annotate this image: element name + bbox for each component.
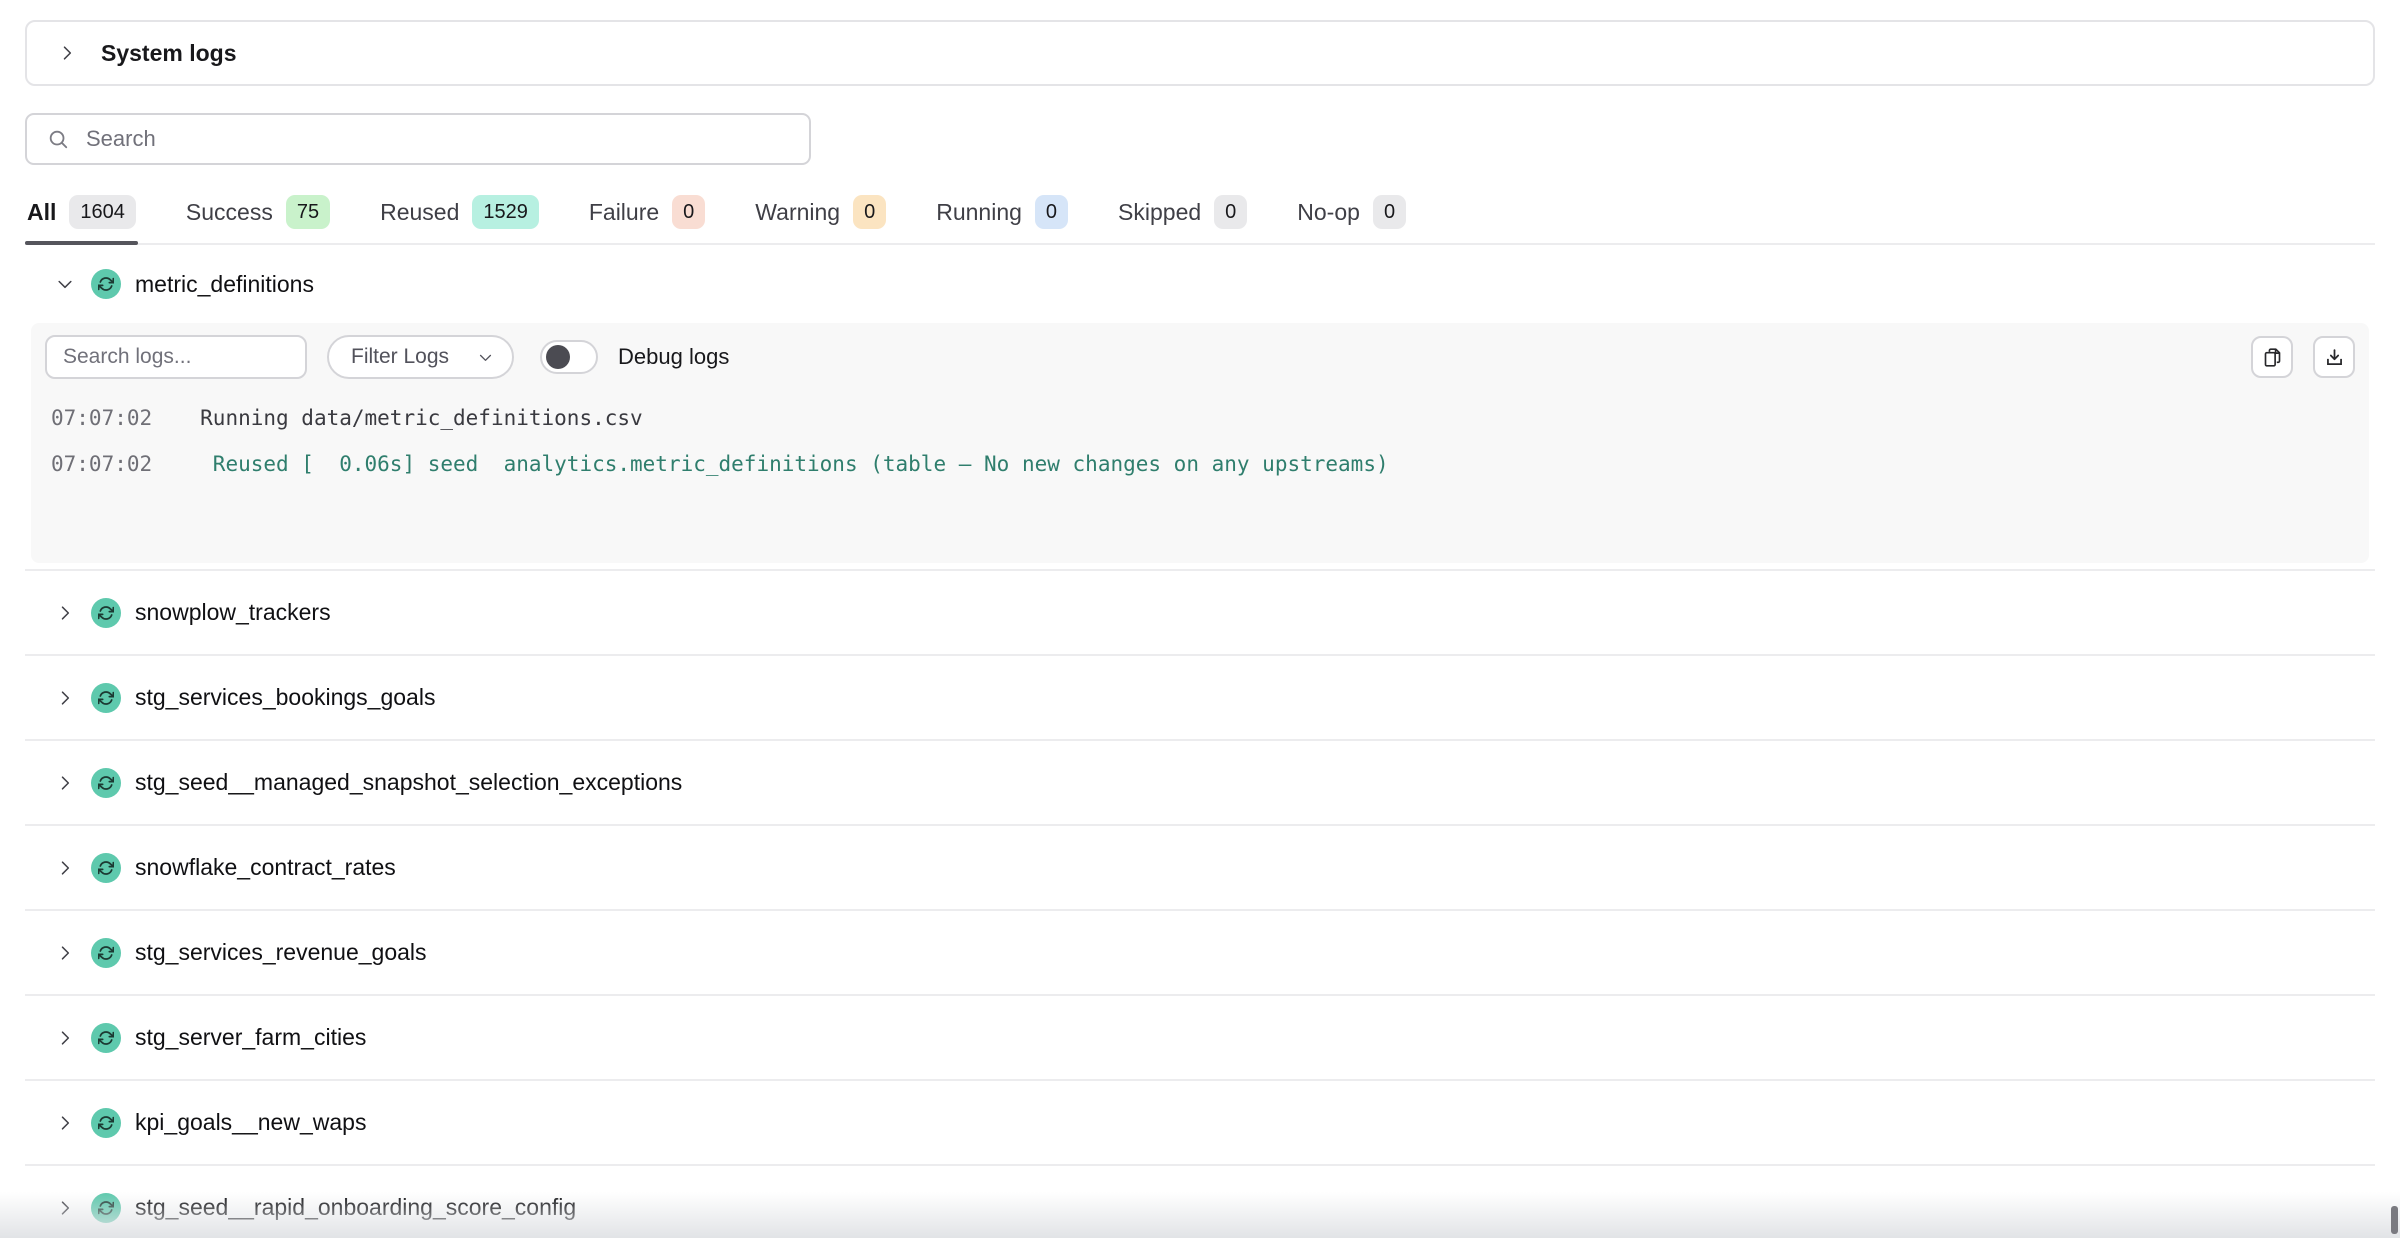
log-group-list: snowplow_trackers stg_services_bookings_… (25, 569, 2375, 1238)
log-group-row-snowflake-contract-rates[interactable]: snowflake_contract_rates (25, 824, 2375, 909)
tab-warning[interactable]: Warning 0 (753, 195, 888, 243)
toggle-knob (546, 345, 570, 369)
log-timestamp: 07:07:02 (51, 452, 152, 476)
tab-running[interactable]: Running 0 (934, 195, 1070, 243)
chevron-right-icon (55, 1113, 75, 1133)
tab-running-count-badge: 0 (1035, 195, 1068, 229)
filter-logs-select[interactable]: Filter Logs (327, 335, 514, 379)
tab-all[interactable]: All 1604 (25, 195, 138, 243)
reused-sync-icon (91, 938, 121, 968)
reused-sync-icon (91, 853, 121, 883)
search-bar (25, 113, 811, 165)
log-group-row-stg-services-bookings-goals[interactable]: stg_services_bookings_goals (25, 654, 2375, 739)
log-group-row-snowplow-trackers[interactable]: snowplow_trackers (25, 569, 2375, 654)
copy-icon (2262, 347, 2283, 368)
reused-sync-icon (91, 1193, 121, 1223)
tab-reused[interactable]: Reused 1529 (378, 195, 541, 243)
tab-failure[interactable]: Failure 0 (587, 195, 707, 243)
tab-all-count-badge: 1604 (69, 195, 136, 229)
search-logs-input[interactable] (45, 335, 307, 379)
download-logs-button[interactable] (2313, 336, 2355, 378)
group-name: metric_definitions (135, 271, 314, 298)
chevron-right-icon (55, 603, 75, 623)
tab-skipped-count-badge: 0 (1214, 195, 1247, 229)
reused-sync-icon (91, 598, 121, 628)
status-tabs: All 1604 Success 75 Reused 1529 Failure … (25, 195, 2375, 245)
chevron-right-icon (55, 688, 75, 708)
scrollbar-thumb[interactable] (2391, 1206, 2398, 1234)
system-logs-title: System logs (101, 40, 237, 67)
reused-sync-icon (91, 683, 121, 713)
reused-sync-icon (91, 768, 121, 798)
download-icon (2324, 347, 2345, 368)
log-group-row-kpi-goals-new-waps[interactable]: kpi_goals__new_waps (25, 1079, 2375, 1164)
tab-no-op-count-badge: 0 (1373, 195, 1406, 229)
copy-logs-button[interactable] (2251, 336, 2293, 378)
reused-sync-icon (91, 1108, 121, 1138)
chevron-down-icon (477, 349, 494, 366)
debug-logs-toggle[interactable] (540, 340, 598, 374)
log-group-row-stg-server-farm-cities[interactable]: stg_server_farm_cities (25, 994, 2375, 1079)
log-line: 07:07:02 Reused [ 0.06s] seed analytics.… (51, 441, 2355, 487)
debug-logs-label: Debug logs (618, 344, 729, 370)
chevron-right-icon (55, 943, 75, 963)
tab-warning-count-badge: 0 (853, 195, 886, 229)
reused-sync-icon (91, 1023, 121, 1053)
group-header-metric-definitions[interactable]: metric_definitions (25, 245, 2375, 323)
tab-failure-count-badge: 0 (672, 195, 705, 229)
chevron-right-icon (55, 1028, 75, 1048)
search-input[interactable] (84, 125, 789, 153)
search-icon (47, 128, 69, 150)
log-group-row-stg-seed-managed-snapshot-selection-exceptions[interactable]: stg_seed__managed_snapshot_selection_exc… (25, 739, 2375, 824)
chevron-down-icon (55, 274, 75, 294)
filter-logs-label: Filter Logs (351, 345, 449, 369)
log-group-row-stg-seed-rapid-onboarding-score-config[interactable]: stg_seed__rapid_onboarding_score_config (25, 1164, 2375, 1238)
log-line: 07:07:02 Running data/metric_definitions… (51, 395, 2355, 441)
tab-success-count-badge: 75 (286, 195, 330, 229)
log-message: Reused [ 0.06s] seed analytics.metric_de… (200, 452, 1388, 476)
chevron-right-icon (55, 773, 75, 793)
log-message: Running data/metric_definitions.csv (200, 406, 643, 430)
reused-sync-icon (91, 269, 121, 299)
chevron-right-icon (57, 43, 77, 63)
run-results-page: System logs All 1604 Success 75 Reused 1… (0, 0, 2400, 1238)
tab-success[interactable]: Success 75 (184, 195, 332, 243)
log-timestamp: 07:07:02 (51, 406, 152, 430)
chevron-right-icon (55, 1198, 75, 1218)
tab-skipped[interactable]: Skipped 0 (1116, 195, 1249, 243)
log-panel: Filter Logs Debug logs 07:07:02 (31, 323, 2369, 563)
log-lines: 07:07:02 Running data/metric_definitions… (45, 395, 2355, 487)
system-logs-header[interactable]: System logs (25, 20, 2375, 86)
tab-reused-count-badge: 1529 (472, 195, 539, 229)
log-group-expanded: metric_definitions Filter Logs Debug log… (25, 245, 2375, 563)
log-controls: Filter Logs Debug logs (45, 335, 2355, 379)
tab-no-op[interactable]: No-op 0 (1295, 195, 1408, 243)
log-group-row-stg-services-revenue-goals[interactable]: stg_services_revenue_goals (25, 909, 2375, 994)
chevron-right-icon (55, 858, 75, 878)
